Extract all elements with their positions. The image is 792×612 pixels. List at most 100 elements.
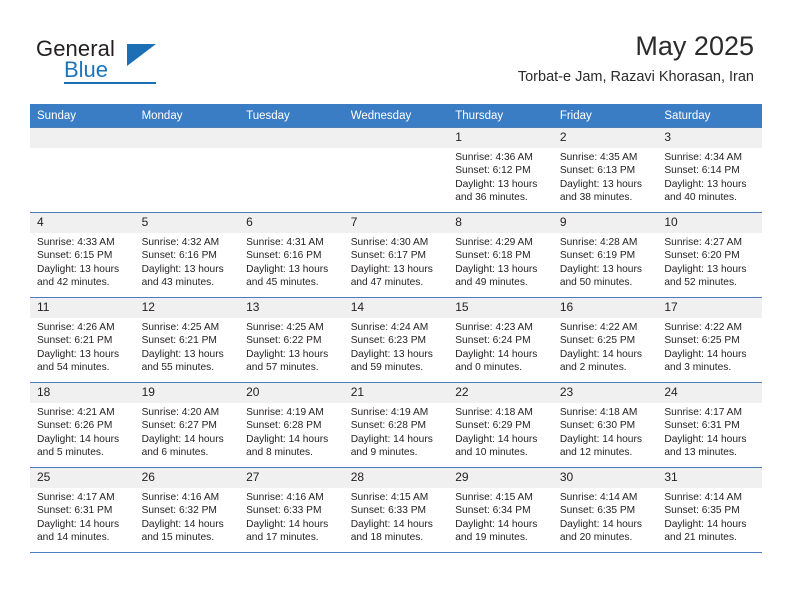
sunrise-text: Sunrise: 4:23 AM xyxy=(455,322,533,333)
calendar-day-cell[interactable]: 15 Sunrise: 4:23 AM Sunset: 6:24 PM Dayligh… xyxy=(448,297,553,383)
calendar-day-cell[interactable]: 25 Sunrise: 4:17 AM Sunset: 6:31 PM Dayligh… xyxy=(30,467,135,553)
daylight-text-line2: and 12 minutes. xyxy=(559,447,633,459)
daylight-text-line1: Daylight: 13 hours xyxy=(37,348,120,360)
calendar-day-cell[interactable]: 8 Sunrise: 4:29 AM Sunset: 6:18 PM Daylight… xyxy=(448,212,553,298)
sunset-text: Sunset: 6:22 PM xyxy=(246,335,322,347)
calendar-day-cell[interactable]: 31 Sunrise: 4:14 AM Sunset: 6:35 PM Dayligh… xyxy=(657,467,762,553)
daylight-text-line1: Daylight: 13 hours xyxy=(350,263,433,275)
day-number: 19 xyxy=(134,383,240,403)
daylight-text-line2: and 57 minutes. xyxy=(246,362,319,374)
sunset-text: Sunset: 6:31 PM xyxy=(664,420,740,432)
calendar-day-cell[interactable]: 2 Sunrise: 4:35 AM Sunset: 6:13 PM Daylight… xyxy=(552,127,658,213)
calendar-day-cell[interactable]: 23 Sunrise: 4:18 AM Sunset: 6:30 PM Dayligh… xyxy=(552,382,658,468)
day-number xyxy=(239,128,344,148)
weekday-header-friday: Friday xyxy=(552,104,658,128)
calendar-day-cell[interactable]: 19 Sunrise: 4:20 AM Sunset: 6:27 PM Dayligh… xyxy=(134,382,240,468)
day-details: Sunrise: 4:34 AM Sunset: 6:14 PM Daylight:… xyxy=(657,148,762,205)
sunrise-text: Sunrise: 4:22 AM xyxy=(559,322,638,333)
sunset-text: Sunset: 6:34 PM xyxy=(455,505,531,517)
day-number: 30 xyxy=(552,468,658,488)
calendar-day-cell[interactable]: 4 Sunrise: 4:33 AM Sunset: 6:15 PM Daylight… xyxy=(30,212,135,298)
daylight-text-line2: and 45 minutes. xyxy=(246,277,319,289)
calendar-day-cell[interactable]: 29 Sunrise: 4:15 AM Sunset: 6:34 PM Dayligh… xyxy=(448,467,553,553)
day-number: 10 xyxy=(657,213,762,233)
calendar-day-cell[interactable]: 10 Sunrise: 4:27 AM Sunset: 6:20 PM Dayligh… xyxy=(657,212,762,298)
daylight-text-line1: Daylight: 14 hours xyxy=(559,518,642,530)
calendar-day-cell[interactable]: 27 Sunrise: 4:16 AM Sunset: 6:33 PM Dayligh… xyxy=(239,467,344,553)
daylight-text-line1: Daylight: 13 hours xyxy=(141,263,224,275)
sunrise-text: Sunrise: 4:35 AM xyxy=(559,152,638,163)
calendar-day-cell[interactable]: 24 Sunrise: 4:17 AM Sunset: 6:31 PM Dayligh… xyxy=(657,382,762,468)
weekday-header-sunday: Sunday xyxy=(30,104,135,128)
calendar-day-cell[interactable]: 1 Sunrise: 4:36 AM Sunset: 6:12 PM Daylight… xyxy=(448,127,553,213)
day-number: 3 xyxy=(657,128,762,148)
sunrise-text: Sunrise: 4:15 AM xyxy=(350,492,429,503)
day-number: 13 xyxy=(239,298,344,318)
sunrise-text: Sunrise: 4:36 AM xyxy=(455,152,533,163)
day-details: Sunrise: 4:17 AM Sunset: 6:31 PM Daylight:… xyxy=(657,403,762,460)
calendar-day-cell[interactable]: 5 Sunrise: 4:32 AM Sunset: 6:16 PM Daylight… xyxy=(134,212,240,298)
daylight-text-line1: Daylight: 14 hours xyxy=(141,518,224,530)
general-blue-logo[interactable]: General Blue xyxy=(36,36,266,92)
calendar-day-cell[interactable]: 13 Sunrise: 4:25 AM Sunset: 6:22 PM Dayligh… xyxy=(239,297,344,383)
calendar-day-cell[interactable]: 26 Sunrise: 4:16 AM Sunset: 6:32 PM Dayligh… xyxy=(134,467,240,553)
sunset-text: Sunset: 6:24 PM xyxy=(455,335,531,347)
calendar-day-cell[interactable]: 22 Sunrise: 4:18 AM Sunset: 6:29 PM Dayligh… xyxy=(448,382,553,468)
sunset-text: Sunset: 6:32 PM xyxy=(141,505,217,517)
calendar-day-cell[interactable]: 30 Sunrise: 4:14 AM Sunset: 6:35 PM Dayligh… xyxy=(552,467,658,553)
day-details: Sunrise: 4:16 AM Sunset: 6:32 PM Daylight:… xyxy=(135,488,240,545)
daylight-text-line1: Daylight: 13 hours xyxy=(350,348,433,360)
daylight-text-line1: Daylight: 13 hours xyxy=(141,348,224,360)
daylight-text-line1: Daylight: 13 hours xyxy=(246,263,329,275)
calendar-cell-empty xyxy=(134,127,240,213)
day-details: Sunrise: 4:25 AM Sunset: 6:21 PM Daylight:… xyxy=(135,318,240,375)
sunset-text: Sunset: 6:23 PM xyxy=(350,335,427,347)
daylight-text-line2: and 54 minutes. xyxy=(37,362,110,374)
day-details: Sunrise: 4:32 AM Sunset: 6:16 PM Daylight:… xyxy=(135,233,240,290)
sunset-text: Sunset: 6:33 PM xyxy=(350,505,427,517)
day-number: 7 xyxy=(343,213,449,233)
calendar-day-cell[interactable]: 11 Sunrise: 4:26 AM Sunset: 6:21 PM Dayligh… xyxy=(30,297,135,383)
calendar-day-cell[interactable]: 28 Sunrise: 4:15 AM Sunset: 6:33 PM Dayligh… xyxy=(343,467,449,553)
daylight-text-line2: and 49 minutes. xyxy=(455,277,528,289)
calendar-day-cell[interactable]: 20 Sunrise: 4:19 AM Sunset: 6:28 PM Dayligh… xyxy=(239,382,344,468)
calendar-day-cell[interactable]: 18 Sunrise: 4:21 AM Sunset: 6:26 PM Dayligh… xyxy=(30,382,135,468)
daylight-text-line2: and 14 minutes. xyxy=(37,532,110,544)
sunset-text: Sunset: 6:27 PM xyxy=(141,420,217,432)
calendar-day-cell[interactable]: 17 Sunrise: 4:22 AM Sunset: 6:25 PM Dayligh… xyxy=(657,297,762,383)
daylight-text-line2: and 0 minutes. xyxy=(455,362,523,374)
calendar-day-cell[interactable]: 14 Sunrise: 4:24 AM Sunset: 6:23 PM Dayligh… xyxy=(343,297,449,383)
day-details: Sunrise: 4:33 AM Sunset: 6:15 PM Daylight:… xyxy=(30,233,135,290)
calendar-day-cell[interactable]: 7 Sunrise: 4:30 AM Sunset: 6:17 PM Daylight… xyxy=(343,212,449,298)
calendar-cell-empty xyxy=(343,127,449,213)
calendar-week-row: 25 Sunrise: 4:17 AM Sunset: 6:31 PM Dayligh… xyxy=(30,467,762,553)
day-details: Sunrise: 4:21 AM Sunset: 6:26 PM Daylight:… xyxy=(30,403,135,460)
sunrise-text: Sunrise: 4:30 AM xyxy=(350,237,429,248)
day-number xyxy=(134,128,240,148)
day-number: 17 xyxy=(657,298,762,318)
calendar-day-cell[interactable]: 12 Sunrise: 4:25 AM Sunset: 6:21 PM Dayligh… xyxy=(134,297,240,383)
calendar-day-cell[interactable]: 6 Sunrise: 4:31 AM Sunset: 6:16 PM Daylight… xyxy=(239,212,344,298)
calendar-day-cell[interactable]: 9 Sunrise: 4:28 AM Sunset: 6:19 PM Daylight… xyxy=(552,212,658,298)
sunset-text: Sunset: 6:33 PM xyxy=(246,505,322,517)
calendar-week-row: 11 Sunrise: 4:26 AM Sunset: 6:21 PM Dayligh… xyxy=(30,297,762,383)
daylight-text-line2: and 5 minutes. xyxy=(37,447,104,459)
page-header: General Blue May 2025 Torbat-e Jam, Raza… xyxy=(0,0,792,104)
calendar-day-cell[interactable]: 16 Sunrise: 4:22 AM Sunset: 6:25 PM Dayligh… xyxy=(552,297,658,383)
daylight-text-line1: Daylight: 14 hours xyxy=(350,518,433,530)
daylight-text-line2: and 43 minutes. xyxy=(141,277,215,289)
day-number xyxy=(343,128,449,148)
sunset-text: Sunset: 6:16 PM xyxy=(141,250,217,262)
daylight-text-line2: and 42 minutes. xyxy=(37,277,110,289)
daylight-text-line1: Daylight: 14 hours xyxy=(455,518,538,530)
day-number: 22 xyxy=(448,383,553,403)
sunset-text: Sunset: 6:21 PM xyxy=(141,335,217,347)
sunrise-text: Sunrise: 4:33 AM xyxy=(37,237,115,248)
day-number: 24 xyxy=(657,383,762,403)
day-details: Sunrise: 4:24 AM Sunset: 6:23 PM Daylight:… xyxy=(344,318,449,375)
calendar-day-cell[interactable]: 3 Sunrise: 4:34 AM Sunset: 6:14 PM Daylight… xyxy=(657,127,762,213)
daylight-text-line2: and 9 minutes. xyxy=(350,447,418,459)
calendar-day-cell[interactable]: 21 Sunrise: 4:19 AM Sunset: 6:28 PM Dayligh… xyxy=(343,382,449,468)
sunset-text: Sunset: 6:19 PM xyxy=(559,250,636,262)
daylight-text-line1: Daylight: 14 hours xyxy=(141,433,224,445)
